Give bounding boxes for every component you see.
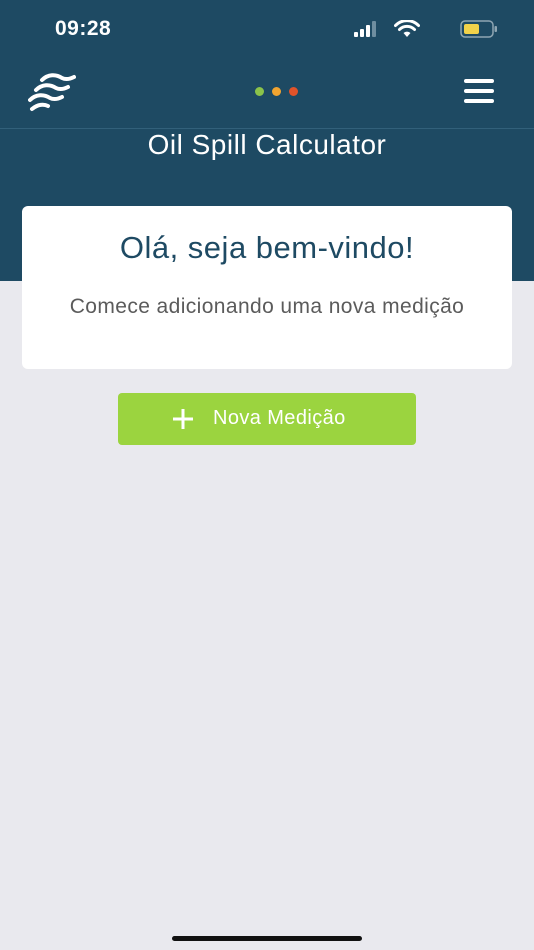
welcome-card: Olá, seja bem-vindo! Comece adicionando … xyxy=(22,206,512,369)
home-indicator[interactable] xyxy=(172,936,362,941)
orange-dot-icon xyxy=(272,87,281,96)
top-navbar xyxy=(0,58,534,128)
status-icons xyxy=(348,19,498,39)
status-bar: 09:28 xyxy=(0,0,534,58)
red-dot-icon xyxy=(289,87,298,96)
welcome-subtitle: Comece adicionando uma nova medição xyxy=(69,295,465,318)
status-time: 09:28 xyxy=(55,17,112,40)
battery-icon xyxy=(460,20,497,38)
new-measurement-button[interactable]: Nova Medição xyxy=(118,393,416,445)
plus-icon xyxy=(173,409,193,429)
wifi-icon xyxy=(394,20,420,37)
welcome-title: Olá, seja bem-vindo! xyxy=(119,230,415,265)
green-dot-icon xyxy=(255,87,264,96)
hamburger-menu-icon[interactable] xyxy=(464,78,496,104)
wave-logo-icon xyxy=(28,73,76,111)
new-measurement-label: Nova Medição xyxy=(213,407,346,429)
page-title: Oil Spill Calculator xyxy=(147,129,387,160)
cellular-signal-icon xyxy=(354,21,376,37)
status-indicator-dots xyxy=(255,87,301,97)
